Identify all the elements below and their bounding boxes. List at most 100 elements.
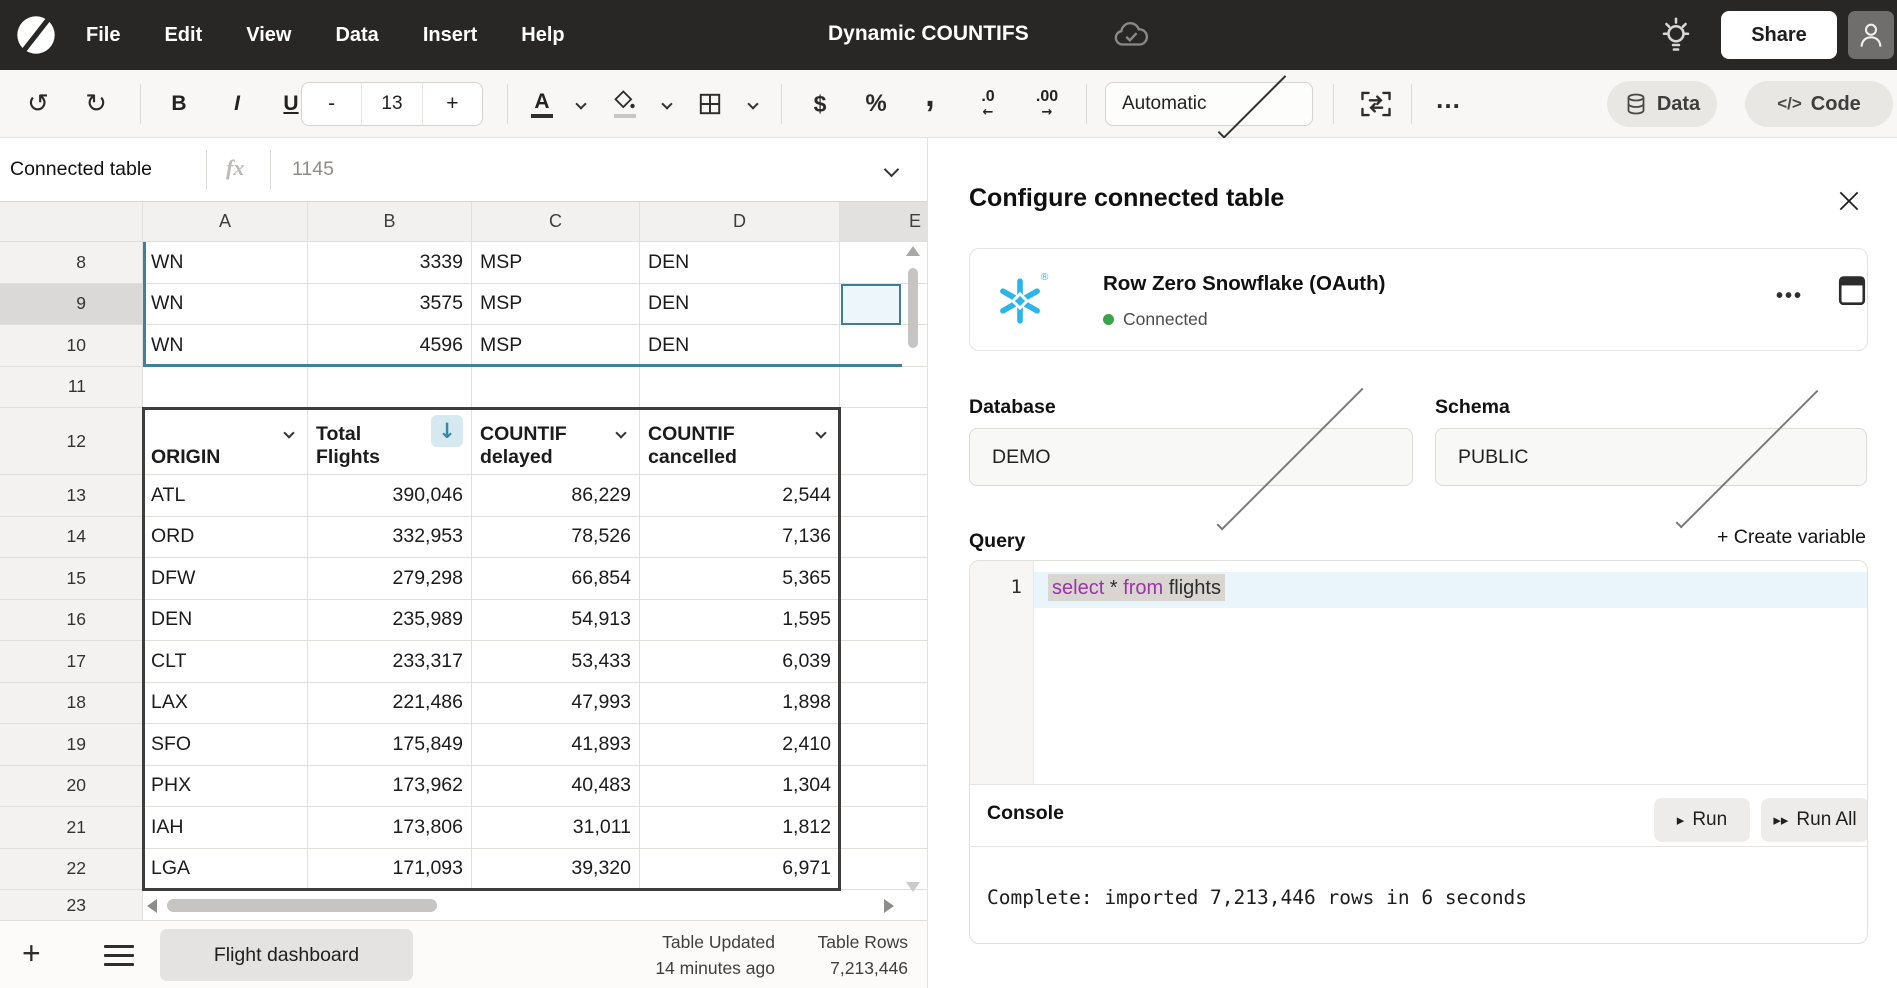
cell[interactable]: 4596: [308, 325, 472, 367]
tips-lightbulb-icon[interactable]: [1658, 15, 1694, 62]
cell[interactable]: 3339: [308, 242, 472, 284]
menu-file[interactable]: File: [86, 24, 120, 47]
cell[interactable]: 41,893: [472, 724, 640, 766]
cell[interactable]: 6,971: [640, 849, 840, 891]
cell[interactable]: 66,854: [472, 558, 640, 600]
column-menu-chevron-icon[interactable]: [285, 420, 293, 443]
run-button[interactable]: ▸ Run: [1654, 798, 1750, 842]
column-header-e[interactable]: E: [840, 202, 927, 242]
menu-help[interactable]: Help: [521, 24, 564, 47]
borders-button[interactable]: [688, 70, 732, 138]
cell[interactable]: 1,304: [640, 766, 840, 808]
cell[interactable]: 3575: [308, 284, 472, 326]
cell[interactable]: 7,136: [640, 517, 840, 559]
decrease-font-size-button[interactable]: -: [302, 83, 361, 125]
cell[interactable]: 1,595: [640, 600, 840, 642]
comma-format-button[interactable]: ,: [910, 70, 950, 138]
row-number[interactable]: 8: [0, 242, 143, 284]
increase-font-size-button[interactable]: +: [423, 83, 482, 125]
font-size-value[interactable]: 13: [361, 83, 422, 125]
cell[interactable]: [143, 367, 308, 409]
percent-format-button[interactable]: %: [854, 70, 898, 138]
cell[interactable]: DEN: [640, 325, 840, 367]
code-view-button[interactable]: </> Code: [1745, 81, 1893, 127]
sort-descending-button[interactable]: ↓: [431, 415, 463, 447]
scroll-up-arrow-icon[interactable]: [906, 246, 920, 256]
close-icon[interactable]: [1836, 188, 1862, 219]
share-button[interactable]: Share: [1721, 11, 1837, 59]
workbook-title[interactable]: Dynamic COUNTIFS: [828, 22, 1029, 46]
text-color-button[interactable]: A: [520, 70, 564, 138]
row-number[interactable]: 14: [0, 517, 143, 559]
cell[interactable]: [308, 367, 472, 409]
cell[interactable]: DEN: [640, 284, 840, 326]
cell[interactable]: 39,320: [472, 849, 640, 891]
cell[interactable]: 40,483: [472, 766, 640, 808]
cell[interactable]: MSP: [472, 325, 640, 367]
cell[interactable]: 171,093: [308, 849, 472, 891]
cell[interactable]: DEN: [143, 600, 308, 642]
cell[interactable]: LAX: [143, 683, 308, 725]
row-number[interactable]: 16: [0, 600, 143, 642]
italic-button[interactable]: I: [216, 70, 258, 138]
cell[interactable]: 173,962: [308, 766, 472, 808]
vertical-scroll-thumb[interactable]: [908, 268, 918, 348]
user-avatar[interactable]: [1848, 11, 1894, 59]
cell[interactable]: 31,011: [472, 807, 640, 849]
text-color-dropdown[interactable]: [566, 70, 596, 138]
schema-select[interactable]: PUBLIC: [1435, 428, 1867, 486]
row-number[interactable]: 15: [0, 558, 143, 600]
vertical-scrollbar[interactable]: [905, 246, 921, 892]
column-header-d[interactable]: D: [640, 202, 840, 242]
connector-more-button[interactable]: •••: [1776, 285, 1803, 308]
cell[interactable]: WN: [143, 284, 308, 326]
sheet-list-menu-icon[interactable]: [104, 945, 134, 966]
cell[interactable]: DFW: [143, 558, 308, 600]
horizontal-scrollbar[interactable]: [143, 892, 902, 920]
scroll-down-arrow-icon[interactable]: [906, 882, 920, 892]
cell[interactable]: DEN: [640, 242, 840, 284]
cell[interactable]: 53,433: [472, 641, 640, 683]
cell[interactable]: 173,806: [308, 807, 472, 849]
cell[interactable]: 47,993: [472, 683, 640, 725]
sql-code-input[interactable]: select * from flights: [1048, 574, 1225, 601]
increase-decimal-button[interactable]: .00→: [1022, 70, 1072, 138]
column-menu-chevron-icon[interactable]: [817, 420, 825, 443]
connector-card[interactable]: ® Row Zero Snowflake (OAuth) Connected •…: [969, 248, 1868, 351]
row-number[interactable]: 21: [0, 807, 143, 849]
menu-edit[interactable]: Edit: [164, 24, 202, 47]
cell[interactable]: 5,365: [640, 558, 840, 600]
formula-input[interactable]: 1145: [292, 158, 334, 181]
table-header-total-flights[interactable]: Total Flights ↓: [308, 408, 472, 475]
number-format-select[interactable]: Automatic: [1105, 82, 1313, 126]
formula-toggle-button[interactable]: [1348, 70, 1404, 138]
bold-button[interactable]: B: [158, 70, 200, 138]
column-header-c[interactable]: C: [472, 202, 640, 242]
formula-bar-expand-chevron-icon[interactable]: [886, 162, 897, 180]
cell[interactable]: ORD: [143, 517, 308, 559]
data-view-button[interactable]: Data: [1607, 81, 1717, 127]
menu-insert[interactable]: Insert: [423, 24, 477, 47]
cell[interactable]: MSP: [472, 284, 640, 326]
column-menu-chevron-icon[interactable]: [617, 420, 625, 443]
row-number[interactable]: 12: [0, 408, 143, 475]
cell[interactable]: [472, 367, 640, 409]
cell[interactable]: 86,229: [472, 475, 640, 517]
cell[interactable]: 233,317: [308, 641, 472, 683]
row-number[interactable]: 10: [0, 325, 143, 367]
decrease-decimal-button[interactable]: .0←: [964, 70, 1012, 138]
cell[interactable]: ATL: [143, 475, 308, 517]
cell[interactable]: LGA: [143, 849, 308, 891]
active-cell-e9[interactable]: [841, 284, 901, 325]
fill-color-button[interactable]: [602, 70, 648, 138]
undo-button[interactable]: ↺: [16, 70, 60, 138]
add-sheet-button[interactable]: +: [22, 935, 41, 972]
rowzero-logo-icon[interactable]: [14, 13, 58, 57]
row-number[interactable]: 23: [0, 890, 143, 920]
redo-button[interactable]: ↻: [74, 70, 118, 138]
column-header-a[interactable]: A: [143, 202, 308, 242]
name-box[interactable]: Connected table: [10, 158, 152, 181]
scroll-left-arrow-icon[interactable]: [147, 899, 157, 913]
cell[interactable]: WN: [143, 242, 308, 284]
fill-color-dropdown[interactable]: [652, 70, 682, 138]
